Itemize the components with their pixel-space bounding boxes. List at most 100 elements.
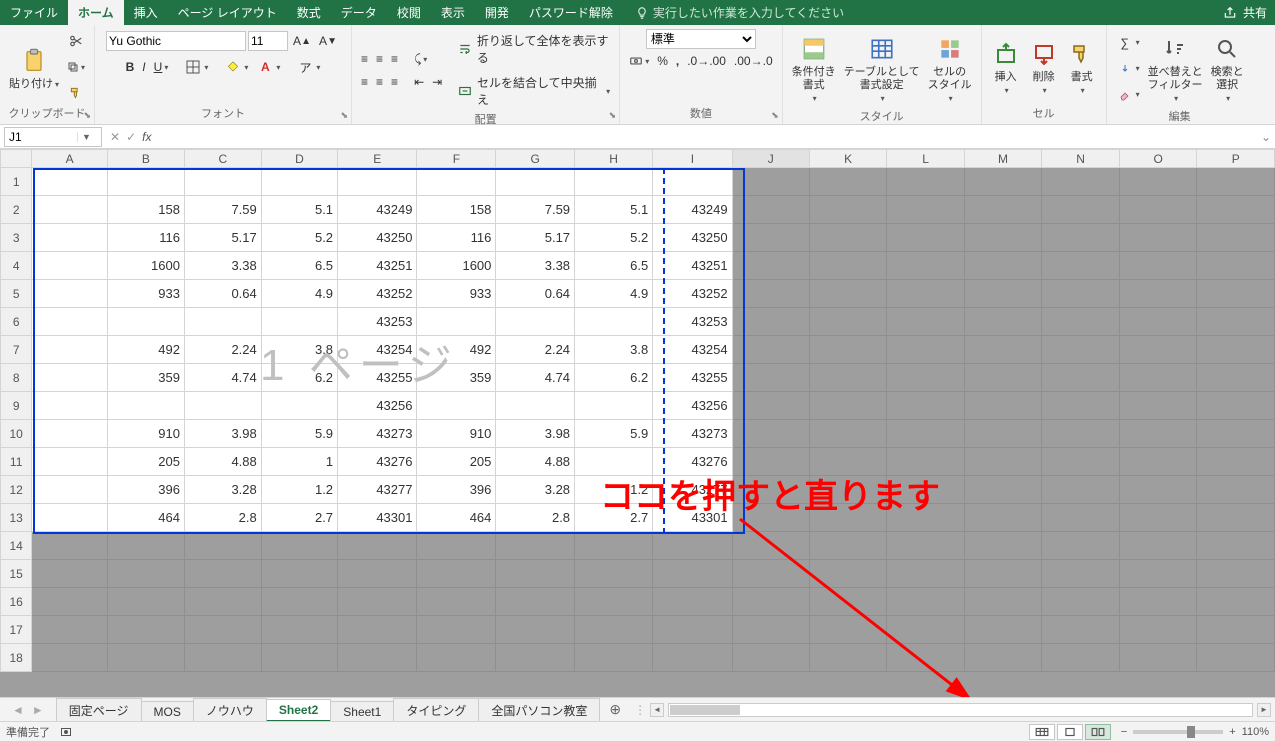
- merge-center-button[interactable]: セルを結合して中央揃え: [453, 71, 613, 111]
- cell-K9[interactable]: [809, 392, 886, 420]
- cell-E3[interactable]: 43250: [338, 224, 417, 252]
- cell-P7[interactable]: [1197, 336, 1275, 364]
- cell-C5[interactable]: 0.64: [184, 280, 261, 308]
- cell-A12[interactable]: [32, 476, 108, 504]
- cell-J4[interactable]: [732, 252, 809, 280]
- cell-J9[interactable]: [732, 392, 809, 420]
- cell-L3[interactable]: [887, 224, 964, 252]
- cell-J15[interactable]: [732, 560, 809, 588]
- cell-O6[interactable]: [1119, 308, 1197, 336]
- cell-I15[interactable]: [653, 560, 732, 588]
- col-header-F[interactable]: F: [417, 150, 496, 168]
- row-header-3[interactable]: 3: [1, 224, 32, 252]
- cell-C9[interactable]: [184, 392, 261, 420]
- cell-K8[interactable]: [809, 364, 886, 392]
- cell-L18[interactable]: [887, 644, 964, 672]
- cell-N10[interactable]: [1042, 420, 1120, 448]
- cell-L5[interactable]: [887, 280, 964, 308]
- name-box[interactable]: ▼: [4, 127, 102, 147]
- cell-E15[interactable]: [338, 560, 417, 588]
- cell-M9[interactable]: [964, 392, 1042, 420]
- cell-A15[interactable]: [32, 560, 108, 588]
- cell-I3[interactable]: 43250: [653, 224, 732, 252]
- cell-O9[interactable]: [1119, 392, 1197, 420]
- fill-color-button[interactable]: [221, 55, 251, 79]
- cell-F5[interactable]: 933: [417, 280, 496, 308]
- insert-cells-button[interactable]: 挿入: [988, 34, 1024, 100]
- sheet-tab-Sheet2[interactable]: Sheet2: [266, 699, 331, 722]
- cell-O13[interactable]: [1119, 504, 1197, 532]
- cell-M2[interactable]: [964, 196, 1042, 224]
- cell-H15[interactable]: [575, 560, 653, 588]
- cell-E4[interactable]: 43251: [338, 252, 417, 280]
- cell-C6[interactable]: [184, 308, 261, 336]
- cell-K7[interactable]: [809, 336, 886, 364]
- cell-O18[interactable]: [1119, 644, 1197, 672]
- cell-G3[interactable]: 5.17: [496, 224, 575, 252]
- sheet-tab-ノウハウ[interactable]: ノウハウ: [193, 698, 267, 722]
- cell-F12[interactable]: 396: [417, 476, 496, 504]
- cell-M12[interactable]: [964, 476, 1042, 504]
- cell-G10[interactable]: 3.98: [496, 420, 575, 448]
- cell-K2[interactable]: [809, 196, 886, 224]
- cell-F6[interactable]: [417, 308, 496, 336]
- cell-E2[interactable]: 43249: [338, 196, 417, 224]
- font-color-button[interactable]: A: [253, 55, 283, 79]
- align-bottom-button[interactable]: ≡: [388, 49, 401, 69]
- cell-D9[interactable]: [261, 392, 337, 420]
- cell-I1[interactable]: [653, 168, 732, 196]
- hscroll-track[interactable]: [668, 703, 1253, 717]
- percent-format-button[interactable]: %: [654, 51, 671, 71]
- cell-N6[interactable]: [1042, 308, 1120, 336]
- cell-I17[interactable]: [653, 616, 732, 644]
- cell-P6[interactable]: [1197, 308, 1275, 336]
- cell-M18[interactable]: [964, 644, 1042, 672]
- cell-M7[interactable]: [964, 336, 1042, 364]
- cell-E8[interactable]: 43255: [338, 364, 417, 392]
- cell-L17[interactable]: [887, 616, 964, 644]
- cell-B16[interactable]: [107, 588, 184, 616]
- sheet-tab-MOS[interactable]: MOS: [141, 701, 194, 722]
- cell-P11[interactable]: [1197, 448, 1275, 476]
- cell-D1[interactable]: [261, 168, 337, 196]
- cell-P12[interactable]: [1197, 476, 1275, 504]
- cell-P9[interactable]: [1197, 392, 1275, 420]
- borders-button[interactable]: [181, 55, 211, 79]
- cell-B14[interactable]: [107, 532, 184, 560]
- cell-E6[interactable]: 43253: [338, 308, 417, 336]
- cell-J14[interactable]: [732, 532, 809, 560]
- sheet-split-handle[interactable]: ⋮: [634, 703, 646, 717]
- cell-M16[interactable]: [964, 588, 1042, 616]
- cell-M8[interactable]: [964, 364, 1042, 392]
- cell-G14[interactable]: [496, 532, 575, 560]
- tab-password-unlock[interactable]: パスワード解除: [519, 0, 623, 25]
- cell-I8[interactable]: 43255: [653, 364, 732, 392]
- cell-K17[interactable]: [809, 616, 886, 644]
- cell-G9[interactable]: [496, 392, 575, 420]
- cell-O1[interactable]: [1119, 168, 1197, 196]
- cell-N2[interactable]: [1042, 196, 1120, 224]
- cell-J8[interactable]: [732, 364, 809, 392]
- cell-J18[interactable]: [732, 644, 809, 672]
- row-header-4[interactable]: 4: [1, 252, 32, 280]
- cell-A16[interactable]: [32, 588, 108, 616]
- cell-F17[interactable]: [417, 616, 496, 644]
- cell-A3[interactable]: [32, 224, 108, 252]
- cell-P13[interactable]: [1197, 504, 1275, 532]
- sheet-tab-固定ページ[interactable]: 固定ページ: [56, 698, 142, 722]
- cell-G12[interactable]: 3.28: [496, 476, 575, 504]
- cell-C17[interactable]: [184, 616, 261, 644]
- cell-D4[interactable]: 6.5: [261, 252, 337, 280]
- cell-G18[interactable]: [496, 644, 575, 672]
- cell-P17[interactable]: [1197, 616, 1275, 644]
- cell-P15[interactable]: [1197, 560, 1275, 588]
- cell-O2[interactable]: [1119, 196, 1197, 224]
- enter-formula-icon[interactable]: ✓: [126, 130, 136, 144]
- zoom-out-button[interactable]: −: [1121, 726, 1127, 738]
- cell-A7[interactable]: [32, 336, 108, 364]
- cell-N7[interactable]: [1042, 336, 1120, 364]
- row-header-18[interactable]: 18: [1, 644, 32, 672]
- comma-format-button[interactable]: ,: [673, 51, 682, 71]
- align-middle-button[interactable]: ≡: [373, 49, 386, 69]
- formula-bar-expand[interactable]: ⌄: [1257, 130, 1275, 144]
